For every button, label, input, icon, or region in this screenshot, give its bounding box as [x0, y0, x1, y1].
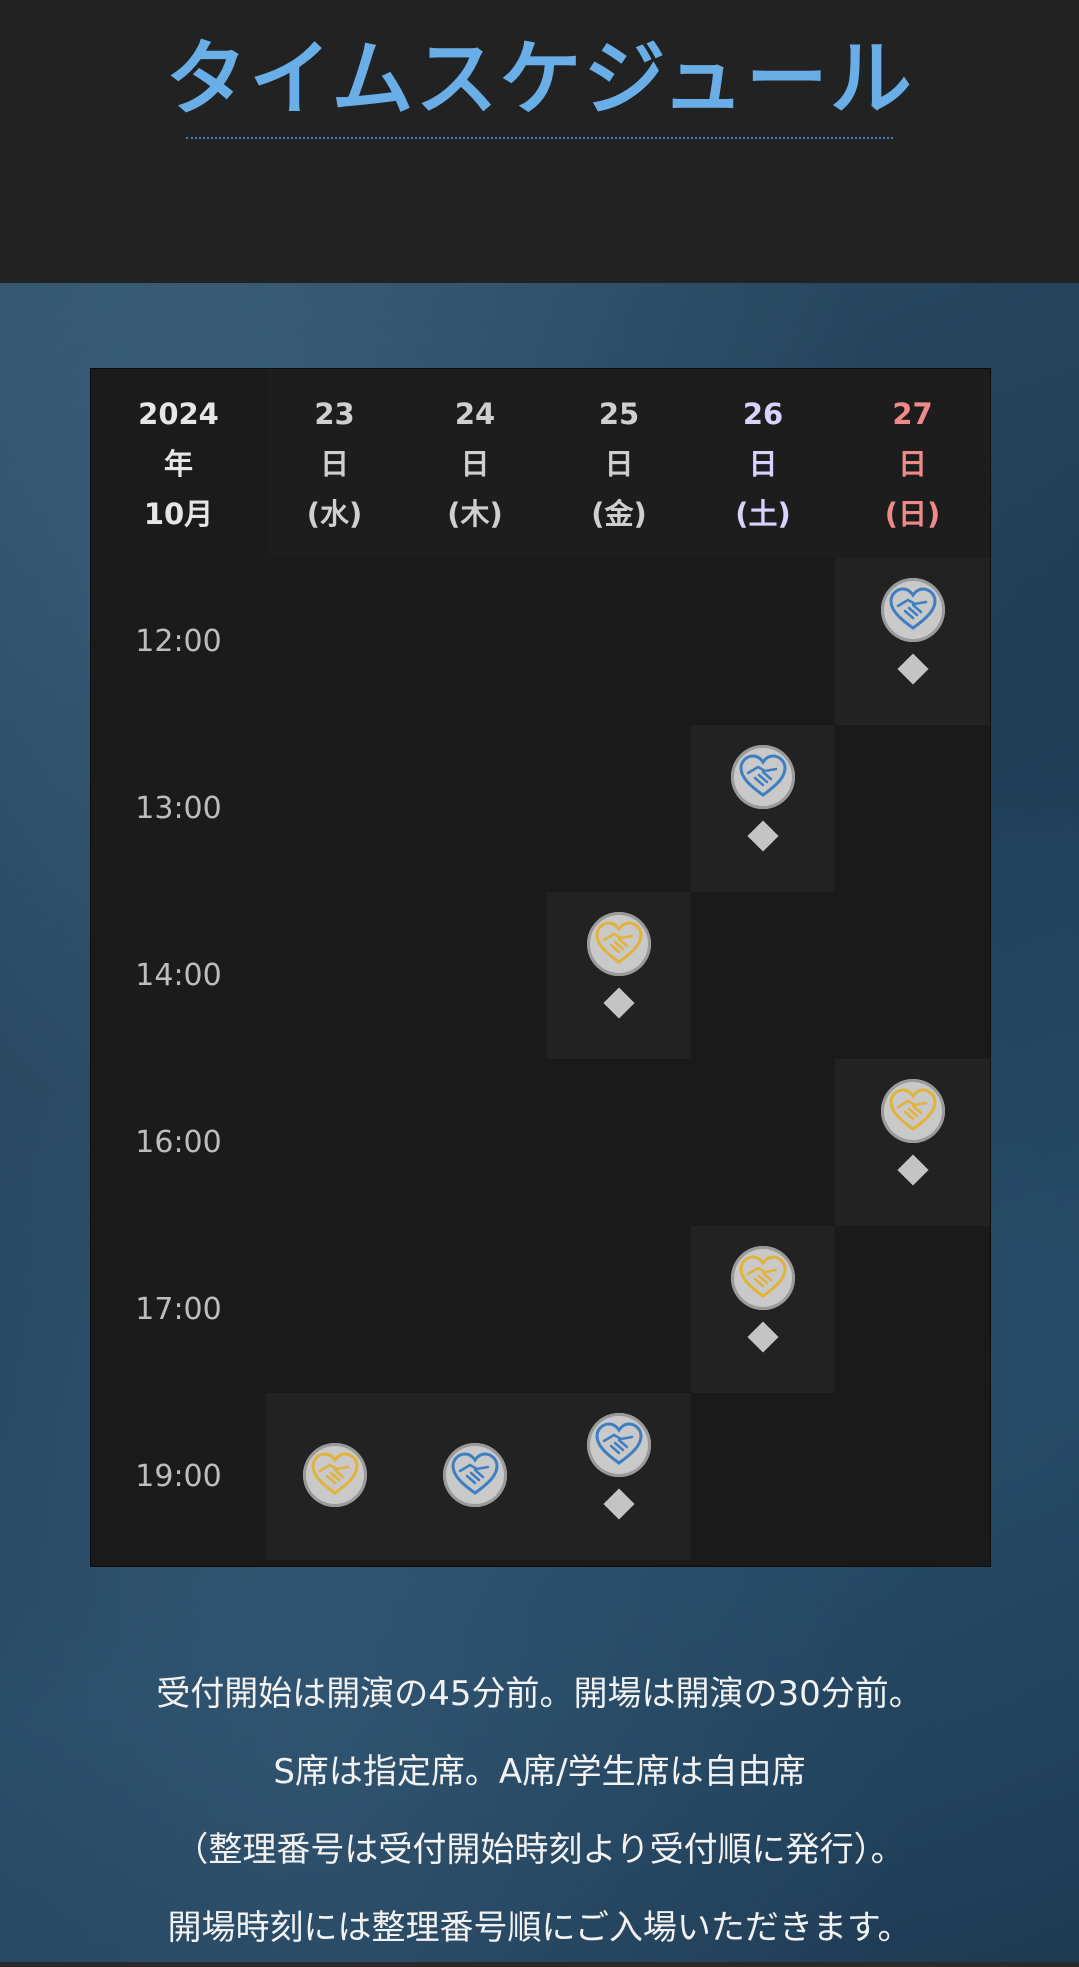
notes: 受付開始は開演の45分前。開場は開演の30分前。 S席は指定席。A席/学生席は自… — [0, 1655, 1079, 1967]
performance-slot — [547, 1393, 691, 1560]
note-line: S席は指定席。A席/学生席は自由席 — [273, 1752, 806, 1792]
time-label: 14:00 — [91, 892, 266, 1059]
time-label: 12:00 — [91, 558, 266, 725]
diamond-marker-icon — [603, 987, 635, 1019]
diamond-marker-icon — [603, 1488, 635, 1520]
day-unit: 日 — [897, 446, 927, 481]
day-header-25: 25 日 (金) — [547, 369, 691, 558]
diamond-marker-icon — [897, 653, 929, 685]
header-bar: タイムスケジュール — [0, 0, 1079, 283]
weekday: (木) — [447, 496, 503, 531]
weekday: (水) — [306, 496, 363, 531]
note-line: 開場時刻には整理番号順にご入場いただきます。 — [167, 1908, 912, 1948]
note-line: （整理番号は受付開始時刻より受付順に発行）。 — [174, 1830, 905, 1870]
day-number: 23 — [314, 396, 355, 431]
handshake-heart-icon — [881, 1079, 945, 1143]
day-header-26: 26 日 (土) — [691, 369, 835, 558]
weekday: (金) — [591, 496, 647, 531]
weekday: (日) — [884, 496, 941, 531]
performance-slot — [691, 1226, 835, 1393]
day-number: 25 — [598, 396, 640, 431]
title-underline — [186, 137, 893, 139]
year-label: 2024 — [138, 396, 219, 431]
year-month-header: 2024 年 10月 — [91, 369, 266, 558]
performance-slot — [403, 1393, 547, 1560]
day-header-24: 24 日 (木) — [403, 369, 547, 558]
handshake-heart-icon — [587, 1413, 651, 1477]
day-unit: 日 — [319, 446, 349, 481]
page-title: タイムスケジュール — [165, 32, 914, 127]
day-header-23: 23 日 (水) — [266, 369, 403, 558]
diamond-marker-icon — [747, 1321, 779, 1353]
diamond-marker-icon — [747, 820, 779, 852]
performance-slot — [266, 1393, 403, 1560]
day-number: 24 — [454, 396, 496, 431]
handshake-heart-icon — [587, 912, 651, 976]
time-label: 13:00 — [91, 725, 266, 892]
schedule-table: 2024 年 10月 23 日 (水) 24 日 (木) 25 日 (金) 26 日 (土) 27 日 (日… — [90, 368, 991, 1567]
day-unit: 日 — [748, 446, 778, 481]
handshake-heart-icon — [731, 1246, 795, 1310]
month-label: 10月 — [143, 496, 214, 531]
handshake-heart-icon — [881, 578, 945, 642]
performance-slot — [835, 1059, 990, 1226]
handshake-heart-icon — [731, 745, 795, 809]
day-number: 26 — [742, 396, 784, 431]
handshake-heart-icon — [443, 1443, 507, 1507]
day-unit: 日 — [604, 446, 634, 481]
day-unit: 日 — [460, 446, 490, 481]
time-label: 16:00 — [91, 1059, 266, 1226]
time-label: 19:00 — [91, 1393, 266, 1560]
diamond-marker-icon — [897, 1154, 929, 1186]
year-unit-label: 年 — [163, 446, 193, 481]
performance-slot — [547, 892, 691, 1059]
note-line: 受付開始は開演の45分前。開場は開演の30分前。 — [156, 1674, 923, 1714]
performance-slot — [835, 558, 990, 725]
handshake-heart-icon — [303, 1443, 367, 1507]
performance-slot — [691, 725, 835, 892]
day-number: 27 — [892, 396, 933, 431]
weekday: (土) — [735, 496, 791, 531]
day-header-27: 27 日 (日) — [835, 369, 990, 558]
time-label: 17:00 — [91, 1226, 266, 1393]
